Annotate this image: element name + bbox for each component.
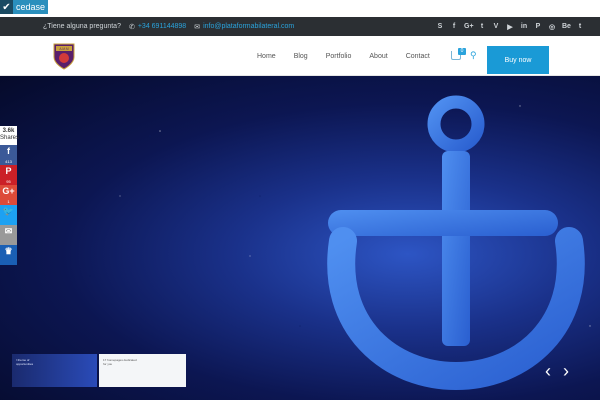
twitter-share-button[interactable]: 🐦 xyxy=(0,205,17,225)
top-strip: ✔ cedase xyxy=(0,0,600,17)
site-logo[interactable]: A.M.M xyxy=(52,41,76,71)
phone-link[interactable]: ✆ +34 691144898 xyxy=(129,23,186,31)
main-nav: Home Blog Portfolio About Contact xyxy=(248,36,439,76)
more-icon: ♛ xyxy=(4,246,13,256)
email-address: info@plataformabilateral.com xyxy=(203,23,295,30)
phone-icon: ✆ xyxy=(128,23,135,31)
chevron-left-icon[interactable]: ‹ xyxy=(545,361,551,382)
facebook-share-button[interactable]: f 413 xyxy=(0,145,17,165)
twitter-icon[interactable]: t xyxy=(478,23,486,30)
email-icon: ✉ xyxy=(4,226,13,236)
email-link[interactable]: ✉ info@plataformabilateral.com xyxy=(194,23,294,31)
slide-thumbnail-2[interactable]: 17 homepages dedicated for you xyxy=(99,354,186,387)
youtube-icon[interactable]: ▶ xyxy=(506,23,514,31)
phone-number: +34 691144898 xyxy=(137,23,187,30)
site-header: A.M.M Home Blog Portfolio About Contact … xyxy=(0,36,600,76)
social-links: Sf G+ t V ▶ in P ◎ Be t xyxy=(436,17,584,36)
instagram-icon[interactable]: ◎ xyxy=(548,23,556,31)
logo-text: A.M.M xyxy=(59,47,69,51)
question-text: ¿Tiene alguna pregunta? xyxy=(43,23,121,30)
email-share-button[interactable]: ✉ xyxy=(0,225,17,245)
nav-home[interactable]: Home xyxy=(248,53,285,60)
pinterest-icon: P xyxy=(5,166,12,176)
search-icon[interactable]: ⚲ xyxy=(470,50,477,61)
twitter-icon: 🐦 xyxy=(2,206,15,216)
info-bar: ¿Tiene alguna pregunta? ✆ +34 691144898 … xyxy=(0,17,600,36)
slide-thumbnail-1[interactable]: / theme of opportunities xyxy=(12,354,97,387)
google-plus-icon[interactable]: G+ xyxy=(464,23,474,30)
share-total-count: 3.6k xyxy=(2,128,15,134)
google-plus-share-button[interactable]: G+ 1 xyxy=(0,185,17,205)
cedase-label: cedase xyxy=(16,2,46,12)
pinterest-share-button[interactable]: P 95 xyxy=(0,165,17,185)
anchor-graphic xyxy=(89,95,591,391)
nav-contact[interactable]: Contact xyxy=(397,53,439,60)
behance-icon[interactable]: Be xyxy=(562,23,571,30)
chevron-right-icon[interactable]: › xyxy=(563,361,569,382)
checkmark-icon[interactable]: ✔ xyxy=(0,0,13,14)
cart-count-badge: 0 xyxy=(458,48,466,55)
google-plus-share-count: 1 xyxy=(7,199,10,204)
skype-icon[interactable]: S xyxy=(436,23,444,30)
facebook-icon: f xyxy=(7,146,10,156)
vimeo-icon[interactable]: V xyxy=(492,23,500,30)
share-total: 3.6k Shares xyxy=(0,126,20,145)
more-share-button[interactable]: ♛ xyxy=(0,245,17,265)
buy-now-button[interactable]: Buy now xyxy=(487,46,549,74)
cedase-checkbox-label[interactable]: ✔ cedase xyxy=(0,0,49,14)
mail-icon: ✉ xyxy=(194,23,201,31)
pinterest-share-count: 95 xyxy=(6,179,11,184)
google-plus-icon: G+ xyxy=(2,186,15,196)
facebook-icon[interactable]: f xyxy=(450,23,458,30)
tumblr-icon[interactable]: t xyxy=(576,23,584,30)
share-total-label: Shares xyxy=(0,135,20,141)
nav-blog[interactable]: Blog xyxy=(285,53,317,60)
thumb2-text: 17 homepages dedicated for you xyxy=(103,358,137,366)
facebook-share-count: 413 xyxy=(5,159,12,164)
pinterest-icon[interactable]: P xyxy=(534,23,542,30)
hero-slider: / theme of opportunities 17 homepages de… xyxy=(0,76,600,400)
nav-about[interactable]: About xyxy=(360,53,396,60)
slider-arrows: ‹ › xyxy=(545,361,569,382)
linkedin-icon[interactable]: in xyxy=(520,23,528,30)
nav-portfolio[interactable]: Portfolio xyxy=(317,53,361,60)
share-bar: 3.6k Shares f 413 P 95 G+ 1 🐦 ✉ ♛ xyxy=(0,126,20,265)
thumb1-text: / theme of opportunities xyxy=(16,358,34,366)
